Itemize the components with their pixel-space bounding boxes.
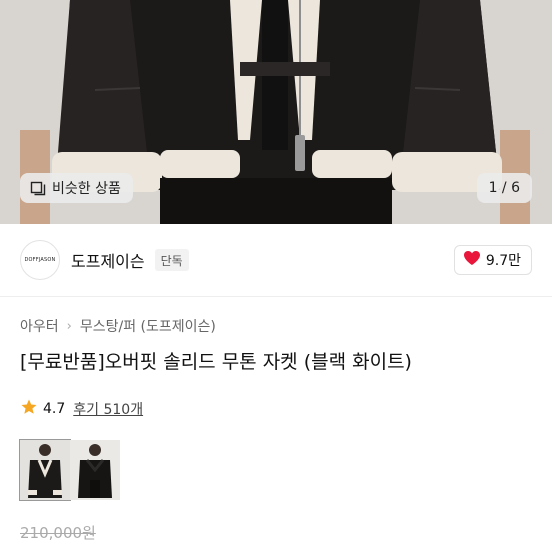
variant-thumb-black-white[interactable] [19,439,71,501]
divider [0,296,552,297]
original-price: 210,000원 [20,524,96,542]
store-row[interactable]: DOFFJASON 도프제이슨 단독 9.7만 [0,224,552,296]
heart-icon [463,250,481,270]
product-title: [무료반품]오버핏 솔리드 무톤 자켓 (블랙 화이트) [20,351,412,373]
similar-items-icon [30,180,46,196]
chevron-right-icon: › [66,318,72,334]
similar-items-label: 비슷한 상품 [52,181,121,197]
breadcrumb-item-mustang[interactable]: 무스탕/퍼 (도프제이슨) [80,316,216,336]
image-counter: 1 / 6 [476,173,532,203]
like-button[interactable]: 9.7만 [453,245,532,275]
reviews-link[interactable]: 후기 510개 [73,399,143,419]
breadcrumb-item-outer[interactable]: 아우터 [20,316,59,336]
breadcrumb: 아우터 › 무스탕/퍼 (도프제이슨) [20,316,216,336]
variant-thumbnails [19,439,120,501]
product-image-carousel[interactable]: 비슷한 상품 1 / 6 [0,0,552,224]
rating-score: 4.7 [43,401,66,417]
star-icon [20,398,38,420]
store-logo[interactable]: DOFFJASON [20,240,60,280]
rating-row: 4.7 후기 510개 [20,398,143,420]
exclusive-badge: 단독 [154,249,189,271]
store-name[interactable]: 도프제이슨 [71,248,145,272]
like-count: 9.7만 [485,253,521,269]
variant-thumb-black[interactable] [70,440,120,500]
similar-items-button[interactable]: 비슷한 상품 [20,173,133,203]
